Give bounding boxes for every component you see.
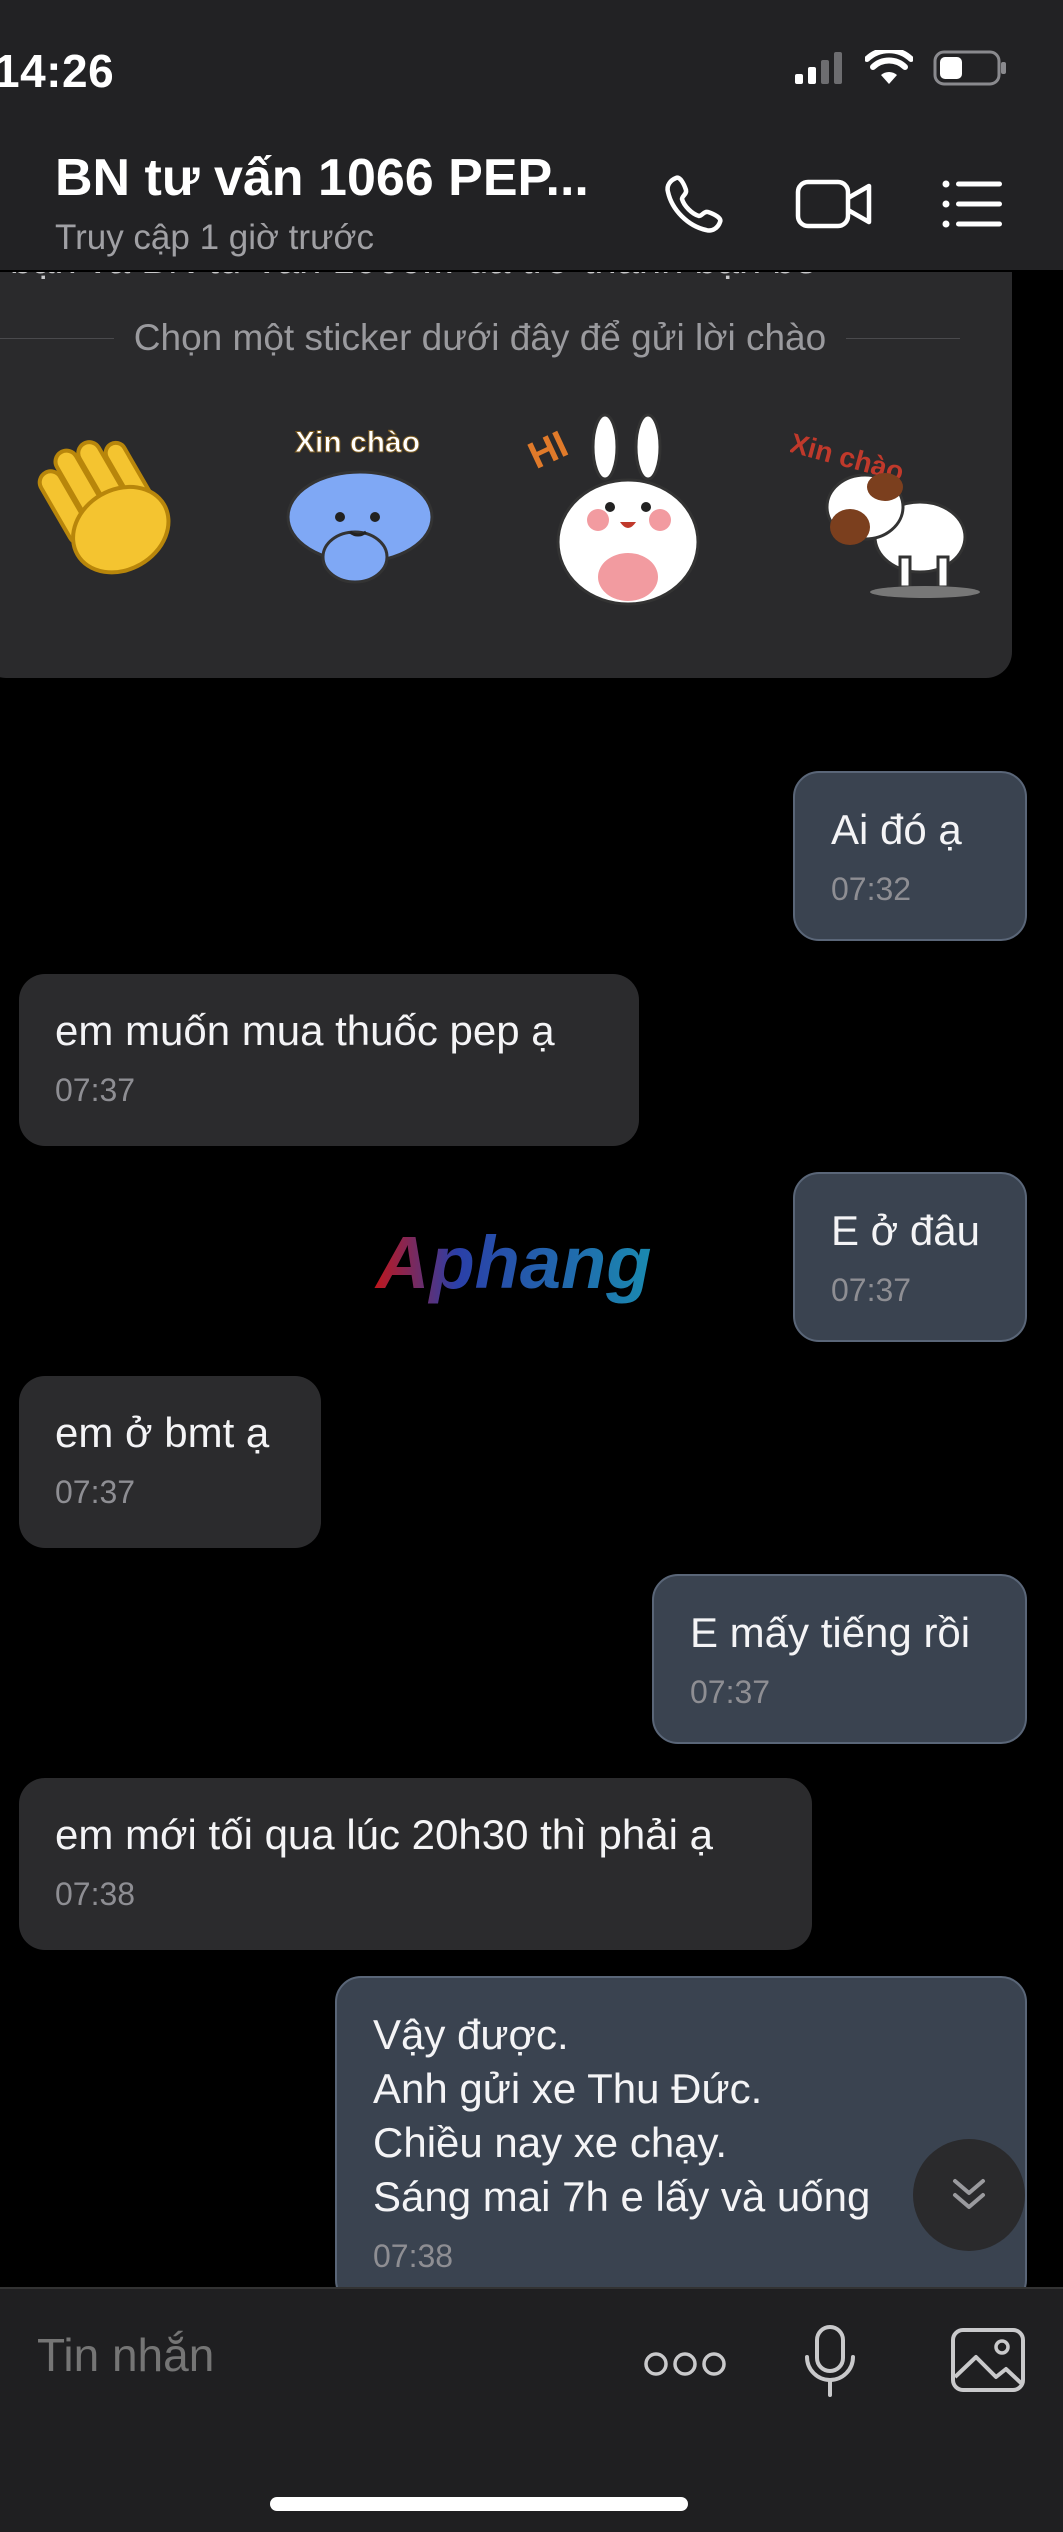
last-seen-status: Truy cập 1 giờ trước <box>55 218 374 257</box>
composer-divider <box>0 2287 1063 2289</box>
greeting-card: bạn và BN tư vấn 1066... đã trở thành bạ… <box>0 272 1012 678</box>
status-icons <box>795 50 1007 86</box>
sticker-hi-bunny[interactable]: HI <box>520 412 720 607</box>
message-time: 07:37 <box>690 1674 771 1710</box>
microphone-icon[interactable] <box>800 2323 860 2403</box>
watermark-text: Aphang <box>374 1222 651 1304</box>
message-text: E mấy tiếng rồi <box>690 1609 971 1656</box>
sticker-xin-chao-dog[interactable]: Xin chào <box>790 417 990 602</box>
battery-icon <box>933 50 1006 86</box>
sticker-hint: Chọn một sticker dưới đây để gửi lời chà… <box>133 317 827 358</box>
signal-icon <box>795 52 842 84</box>
home-indicator <box>270 2497 688 2511</box>
incoming-message-bubble[interactable]: em ở bmt ạ 07:37 <box>19 1376 321 1548</box>
incoming-message-bubble[interactable]: em muốn mua thuốc pep ạ 07:37 <box>19 974 639 1146</box>
message-text: E ở đâu <box>831 1207 980 1254</box>
outgoing-message-bubble[interactable]: Ai đó ạ 07:32 <box>793 771 1027 941</box>
sticker-cat-label: Xin chào <box>295 426 420 459</box>
message-time: 07:32 <box>831 871 912 907</box>
divider <box>0 337 114 339</box>
message-text: em ở bmt ạ <box>55 1409 270 1456</box>
chat-title[interactable]: BN tư vấn 1066 PEP... <box>55 148 589 208</box>
sticker-xin-chao-cat[interactable]: Xin chào <box>270 422 450 597</box>
status-time: 14:26 <box>0 45 115 97</box>
outgoing-message-bubble[interactable]: E mấy tiếng rồi 07:37 <box>652 1574 1027 1744</box>
scroll-to-bottom-button[interactable] <box>913 2139 1025 2251</box>
sticker-hint-row: Chọn một sticker dưới đây để gửi lời chà… <box>0 317 961 359</box>
phone-call-icon[interactable] <box>662 172 726 236</box>
message-time: 07:37 <box>55 1072 136 1108</box>
watermark-logo: Aphang <box>374 1222 651 1304</box>
more-options-icon[interactable] <box>644 2349 726 2379</box>
message-time: 07:38 <box>373 2238 454 2274</box>
sticker-bunny-label: HI <box>522 424 574 478</box>
message-time: 07:37 <box>831 1272 912 1308</box>
divider <box>846 337 961 339</box>
chat-header: 14:26 BN tư vấn 1066 PEP... Truy cập 1 g… <box>0 0 1063 272</box>
video-call-icon[interactable] <box>795 172 873 236</box>
outgoing-message-bubble[interactable]: E ở đâu 07:37 <box>793 1172 1027 1342</box>
message-text: em muốn mua thuốc pep ạ <box>55 1007 555 1054</box>
double-chevron-down-icon <box>953 2179 985 2209</box>
sticker-waving-hand[interactable] <box>30 427 190 587</box>
wifi-icon <box>865 50 913 84</box>
message-input[interactable] <box>35 2327 599 2383</box>
message-composer <box>0 2287 1063 2532</box>
image-gallery-icon[interactable] <box>950 2327 1026 2393</box>
message-time: 07:37 <box>55 1474 136 1510</box>
outgoing-message-bubble[interactable]: Vậy được. Anh gửi xe Thu Đức. Chiều nay … <box>335 1976 1027 2306</box>
message-text: em mới tối qua lúc 20h30 thì phải ạ <box>55 1811 713 1858</box>
message-text: Vậy được. Anh gửi xe Thu Đức. Chiều nay … <box>373 2011 871 2220</box>
friend-notice: bạn và BN tư vấn 1066... đã trở thành bạ… <box>0 272 1012 283</box>
incoming-message-bubble[interactable]: em mới tối qua lúc 20h30 thì phải ạ 07:3… <box>19 1778 812 1950</box>
message-text: Ai đó ạ <box>831 806 962 853</box>
menu-list-icon[interactable] <box>940 172 1004 236</box>
message-time: 07:38 <box>55 1876 136 1912</box>
